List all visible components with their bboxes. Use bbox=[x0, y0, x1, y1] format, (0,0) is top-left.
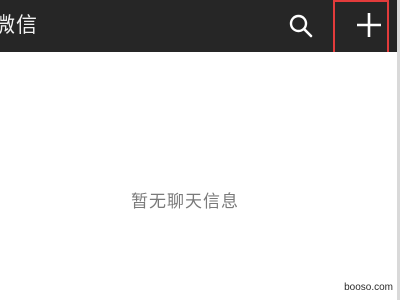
search-button[interactable] bbox=[286, 11, 316, 41]
empty-state-message: 暂无聊天信息 bbox=[131, 192, 239, 212]
chat-list-screen: 微信 暂无聊天信息 booso.com bbox=[0, 0, 400, 300]
search-icon bbox=[289, 14, 313, 38]
top-bar: 微信 bbox=[0, 0, 400, 64]
watermark: booso.com bbox=[344, 282, 393, 293]
app-title: 微信 bbox=[0, 13, 38, 37]
chat-list-area: 暂无聊天信息 bbox=[0, 52, 400, 300]
